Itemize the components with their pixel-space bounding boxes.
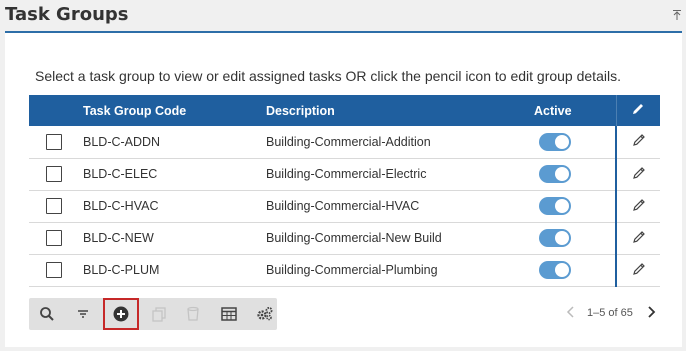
active-toggle[interactable] xyxy=(539,261,571,279)
chevron-left-icon xyxy=(566,306,574,318)
filter-button[interactable] xyxy=(67,298,99,330)
table-row[interactable]: BLD-C-ADDN Building-Commercial-Addition xyxy=(29,126,660,158)
column-header-code[interactable]: Task Group Code xyxy=(83,95,266,126)
edit-pencil-icon[interactable] xyxy=(631,229,647,245)
row-select-cell xyxy=(29,190,83,222)
toggle-knob xyxy=(555,231,569,245)
table-row[interactable]: BLD-C-NEW Building-Commercial-New Build xyxy=(29,222,660,254)
row-select-cell xyxy=(29,158,83,190)
collapse-icon[interactable] xyxy=(672,9,682,21)
edit-pencil-icon[interactable] xyxy=(631,261,647,277)
active-cell xyxy=(534,190,616,222)
settings-icon xyxy=(257,307,273,321)
toggle-knob xyxy=(555,167,569,181)
grid-toolbar xyxy=(29,298,277,330)
previous-page-button[interactable] xyxy=(565,305,577,319)
search-button[interactable] xyxy=(31,298,63,330)
edit-cell xyxy=(615,254,660,286)
toggle-knob xyxy=(555,199,569,213)
task-group-description[interactable]: Building-Commercial-Plumbing xyxy=(266,254,534,286)
row-checkbox[interactable] xyxy=(46,198,62,214)
page-title: Task Groups xyxy=(5,4,129,25)
filter-icon xyxy=(78,310,88,318)
toggle-knob xyxy=(555,134,569,149)
active-cell xyxy=(534,222,616,254)
edit-cell xyxy=(615,126,660,158)
columns-icon xyxy=(221,307,237,321)
copy-button[interactable] xyxy=(143,298,175,330)
column-header-edit xyxy=(615,95,660,126)
add-button[interactable] xyxy=(103,298,139,330)
active-cell xyxy=(534,254,616,286)
columns-button[interactable] xyxy=(213,298,245,330)
column-header-active[interactable]: Active xyxy=(534,95,616,126)
task-group-code[interactable]: BLD-C-NEW xyxy=(83,222,266,254)
row-select-cell xyxy=(29,254,83,286)
edit-cell xyxy=(615,222,660,254)
page-range-label: 1–5 of 65 xyxy=(587,307,633,319)
add-circle-icon xyxy=(113,306,129,322)
task-group-code[interactable]: BLD-C-ADDN xyxy=(83,126,266,158)
table-row[interactable]: BLD-C-PLUM Building-Commercial-Plumbing xyxy=(29,254,660,286)
edit-pencil-icon[interactable] xyxy=(631,165,647,181)
task-group-code[interactable]: BLD-C-HVAC xyxy=(83,190,266,222)
edit-pencil-icon[interactable] xyxy=(631,197,647,213)
table-row[interactable]: BLD-C-HVAC Building-Commercial-HVAC xyxy=(29,190,660,222)
delete-icon xyxy=(187,306,199,321)
edit-pencil-icon[interactable] xyxy=(631,132,647,148)
edit-cell xyxy=(615,158,660,190)
toggle-knob xyxy=(555,263,569,277)
instructions-text: Select a task group to view or edit assi… xyxy=(35,68,621,84)
pencil-icon xyxy=(630,101,646,117)
task-group-description[interactable]: Building-Commercial-HVAC xyxy=(266,190,534,222)
row-select-cell xyxy=(29,222,83,254)
row-checkbox[interactable] xyxy=(46,166,62,182)
chevron-right-icon xyxy=(648,306,656,318)
table-header-row: Task Group Code Description Active xyxy=(29,95,660,126)
next-page-button[interactable] xyxy=(645,305,657,319)
task-groups-card: Select a task group to view or edit assi… xyxy=(5,31,682,347)
task-groups-page: Task Groups Select a task group to view … xyxy=(0,0,686,351)
active-cell xyxy=(534,158,616,190)
search-icon xyxy=(40,307,54,321)
task-group-description[interactable]: Building-Commercial-Electric xyxy=(266,158,534,190)
task-group-code[interactable]: BLD-C-ELEC xyxy=(83,158,266,190)
active-toggle[interactable] xyxy=(539,229,571,247)
row-checkbox[interactable] xyxy=(46,262,62,278)
row-checkbox[interactable] xyxy=(46,133,62,150)
delete-button[interactable] xyxy=(177,298,209,330)
active-cell xyxy=(534,126,616,158)
row-checkbox[interactable] xyxy=(46,230,62,246)
active-toggle[interactable] xyxy=(539,165,571,183)
header-select-cell xyxy=(29,95,83,126)
copy-icon xyxy=(152,307,166,322)
edit-cell xyxy=(615,190,660,222)
task-group-description[interactable]: Building-Commercial-New Build xyxy=(266,222,534,254)
task-group-description[interactable]: Building-Commercial-Addition xyxy=(266,126,534,158)
settings-button[interactable] xyxy=(249,298,281,330)
page-header: Task Groups xyxy=(0,0,686,31)
row-select-cell xyxy=(29,126,83,158)
task-group-code[interactable]: BLD-C-PLUM xyxy=(83,254,266,286)
table-row[interactable]: BLD-C-ELEC Building-Commercial-Electric xyxy=(29,158,660,190)
column-header-description[interactable]: Description xyxy=(266,95,534,126)
active-toggle[interactable] xyxy=(539,132,571,151)
active-toggle[interactable] xyxy=(539,197,571,215)
task-groups-table: Task Group Code Description Active BLD-C… xyxy=(29,95,660,287)
